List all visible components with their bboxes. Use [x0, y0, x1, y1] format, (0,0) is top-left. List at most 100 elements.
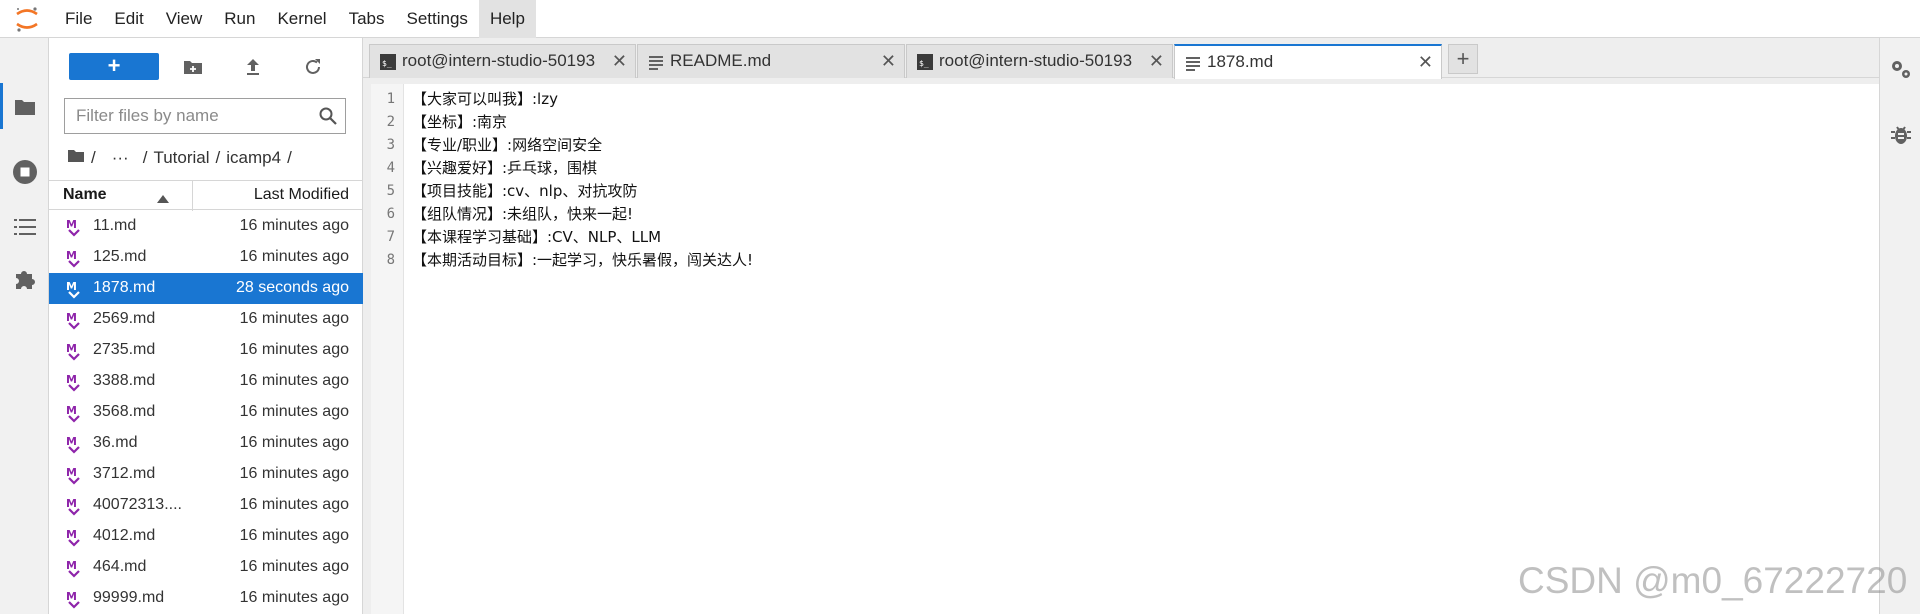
- close-icon[interactable]: ✕: [1149, 51, 1164, 72]
- menu-kernel[interactable]: Kernel: [266, 0, 337, 38]
- breadcrumb-tutorial[interactable]: Tutorial: [153, 148, 209, 168]
- file-name: 99999.md: [93, 589, 165, 606]
- svg-text:M: M: [66, 311, 77, 324]
- breadcrumb-separator: /: [142, 148, 148, 167]
- line-text: 【大家可以叫我】:lzy: [412, 90, 558, 108]
- upload-icon[interactable]: [239, 53, 267, 80]
- text-file-icon: [648, 54, 664, 70]
- left-activity-bar: [0, 38, 49, 614]
- line-number: 2: [386, 114, 395, 130]
- markdown-file-icon: M: [65, 372, 83, 392]
- tab-label: README.md: [670, 51, 772, 70]
- file-name: 1878.md: [93, 279, 156, 296]
- file-name: 3712.md: [93, 465, 156, 482]
- file-name: 2735.md: [93, 341, 156, 358]
- file-list-item[interactable]: M 40072313.... 16 minutes ago: [49, 490, 363, 521]
- column-last-modified-header[interactable]: Last Modified: [254, 186, 349, 204]
- file-list-item[interactable]: M 36.md 16 minutes ago: [49, 428, 363, 459]
- folder-icon[interactable]: [12, 94, 38, 120]
- tab-label: root@intern-studio-50193: [939, 51, 1133, 70]
- tab-terminal-1[interactable]: $_ root@intern-studio-50193 ✕: [369, 44, 636, 78]
- markdown-file-icon: M: [65, 496, 83, 516]
- menu-tabs[interactable]: Tabs: [338, 0, 396, 38]
- menu-file[interactable]: File: [54, 0, 103, 38]
- markdown-file-icon: M: [65, 558, 83, 578]
- new-tab-plus-button[interactable]: +: [1448, 44, 1478, 74]
- search-icon[interactable]: [319, 107, 337, 130]
- sort-ascending-icon[interactable]: [157, 190, 169, 208]
- svg-text:M: M: [66, 373, 77, 386]
- tab-1878-md[interactable]: 1878.md ✕: [1174, 44, 1442, 79]
- svg-text:$_: $_: [919, 59, 929, 68]
- line-number: 3: [386, 137, 395, 153]
- jupyterlab-window: File Edit View Run Kernel Tabs Settings …: [0, 0, 1920, 614]
- table-of-contents-icon[interactable]: [12, 214, 38, 240]
- file-modified: 16 minutes ago: [239, 465, 349, 482]
- menu-view[interactable]: View: [155, 0, 214, 38]
- menu-edit[interactable]: Edit: [103, 0, 154, 38]
- file-list-item[interactable]: M 3388.md 16 minutes ago: [49, 366, 363, 397]
- file-list-item[interactable]: M 1878.md 28 seconds ago: [49, 273, 363, 304]
- file-list-item[interactable]: M 2569.md 16 minutes ago: [49, 304, 363, 335]
- line-text: 【坐标】:南京: [412, 113, 508, 131]
- svg-text:M: M: [66, 590, 77, 603]
- debugger-bug-icon[interactable]: [1888, 122, 1914, 148]
- text-editor[interactable]: 1 【大家可以叫我】:lzy 2 【坐标】:南京 3 【专业/职业】:网络空间安全 4 【兴趣…: [371, 84, 1879, 614]
- file-list-item[interactable]: M 3568.md 16 minutes ago: [49, 397, 363, 428]
- file-list-item[interactable]: M 99999.md 16 minutes ago: [49, 583, 363, 614]
- menu-run[interactable]: Run: [213, 0, 266, 38]
- breadcrumb-ellipsis[interactable]: ···: [112, 148, 129, 168]
- line-text: 【专业/职业】:网络空间安全: [412, 136, 603, 154]
- file-list-item[interactable]: M 2735.md 16 minutes ago: [49, 335, 363, 366]
- svg-text:M: M: [66, 528, 77, 541]
- new-folder-icon[interactable]: [179, 53, 207, 80]
- column-name-header[interactable]: Name: [63, 186, 107, 204]
- refresh-icon[interactable]: [299, 53, 327, 80]
- line-text: 【组队情况】:未组队，快来一起!: [412, 205, 634, 223]
- file-modified: 16 minutes ago: [239, 434, 349, 451]
- file-modified: 16 minutes ago: [239, 589, 349, 606]
- property-inspector-gears-icon[interactable]: [1888, 56, 1914, 82]
- close-icon[interactable]: ✕: [881, 51, 896, 72]
- close-icon[interactable]: ✕: [612, 51, 627, 72]
- file-list-header: Name Last Modified: [49, 180, 363, 211]
- filter-files-input[interactable]: [65, 99, 295, 133]
- markdown-file-icon: M: [65, 403, 83, 423]
- markdown-file-icon: M: [65, 341, 83, 361]
- svg-text:M: M: [66, 559, 77, 572]
- file-list-item[interactable]: M 11.md 16 minutes ago: [49, 211, 363, 242]
- breadcrumb-icamp4[interactable]: icamp4: [226, 148, 281, 168]
- markdown-file-icon: M: [65, 248, 83, 268]
- text-file-icon: [1185, 55, 1201, 71]
- line-text: 【兴趣爱好】:乒乓球，围棋: [412, 159, 598, 177]
- column-divider[interactable]: [192, 181, 193, 211]
- file-modified: 16 minutes ago: [239, 558, 349, 575]
- file-list-item[interactable]: M 3712.md 16 minutes ago: [49, 459, 363, 490]
- menu-help[interactable]: Help: [478, 0, 536, 38]
- file-list-item[interactable]: M 125.md 16 minutes ago: [49, 242, 363, 273]
- tab-readme[interactable]: README.md ✕: [637, 44, 905, 78]
- markdown-file-icon: M: [65, 589, 83, 609]
- document-tab-bar: $_ root@intern-studio-50193 ✕ README.md …: [363, 38, 1879, 79]
- new-launcher-button[interactable]: +: [69, 53, 159, 80]
- main-dock-area: $_ root@intern-studio-50193 ✕ README.md …: [363, 38, 1879, 614]
- menu-settings[interactable]: Settings: [396, 0, 479, 38]
- close-icon[interactable]: ✕: [1418, 52, 1433, 73]
- breadcrumb-home-folder-icon[interactable]: [67, 148, 85, 168]
- file-modified: 28 seconds ago: [236, 279, 349, 296]
- line-number: 4: [386, 160, 395, 176]
- breadcrumb-separator: /: [215, 148, 221, 167]
- line-text: 【本期活动目标】:一起学习，快乐暑假，闯关达人!: [412, 251, 754, 269]
- file-browser-toolbar: +: [49, 38, 363, 92]
- breadcrumb-root[interactable]: /: [91, 148, 96, 168]
- file-list-item[interactable]: M 464.md 16 minutes ago: [49, 552, 363, 583]
- file-list-item[interactable]: M 4012.md 16 minutes ago: [49, 521, 363, 552]
- extensions-puzzle-icon[interactable]: [12, 266, 38, 292]
- file-name: 11.md: [93, 217, 137, 234]
- running-sessions-icon[interactable]: [12, 159, 38, 185]
- watermark-text: CSDN @m0_67222720: [1518, 560, 1908, 601]
- active-panel-indicator: [0, 83, 3, 129]
- tab-terminal-2[interactable]: $_ root@intern-studio-50193 ✕: [906, 44, 1173, 78]
- markdown-file-icon: M: [65, 465, 83, 485]
- svg-text:M: M: [66, 466, 77, 479]
